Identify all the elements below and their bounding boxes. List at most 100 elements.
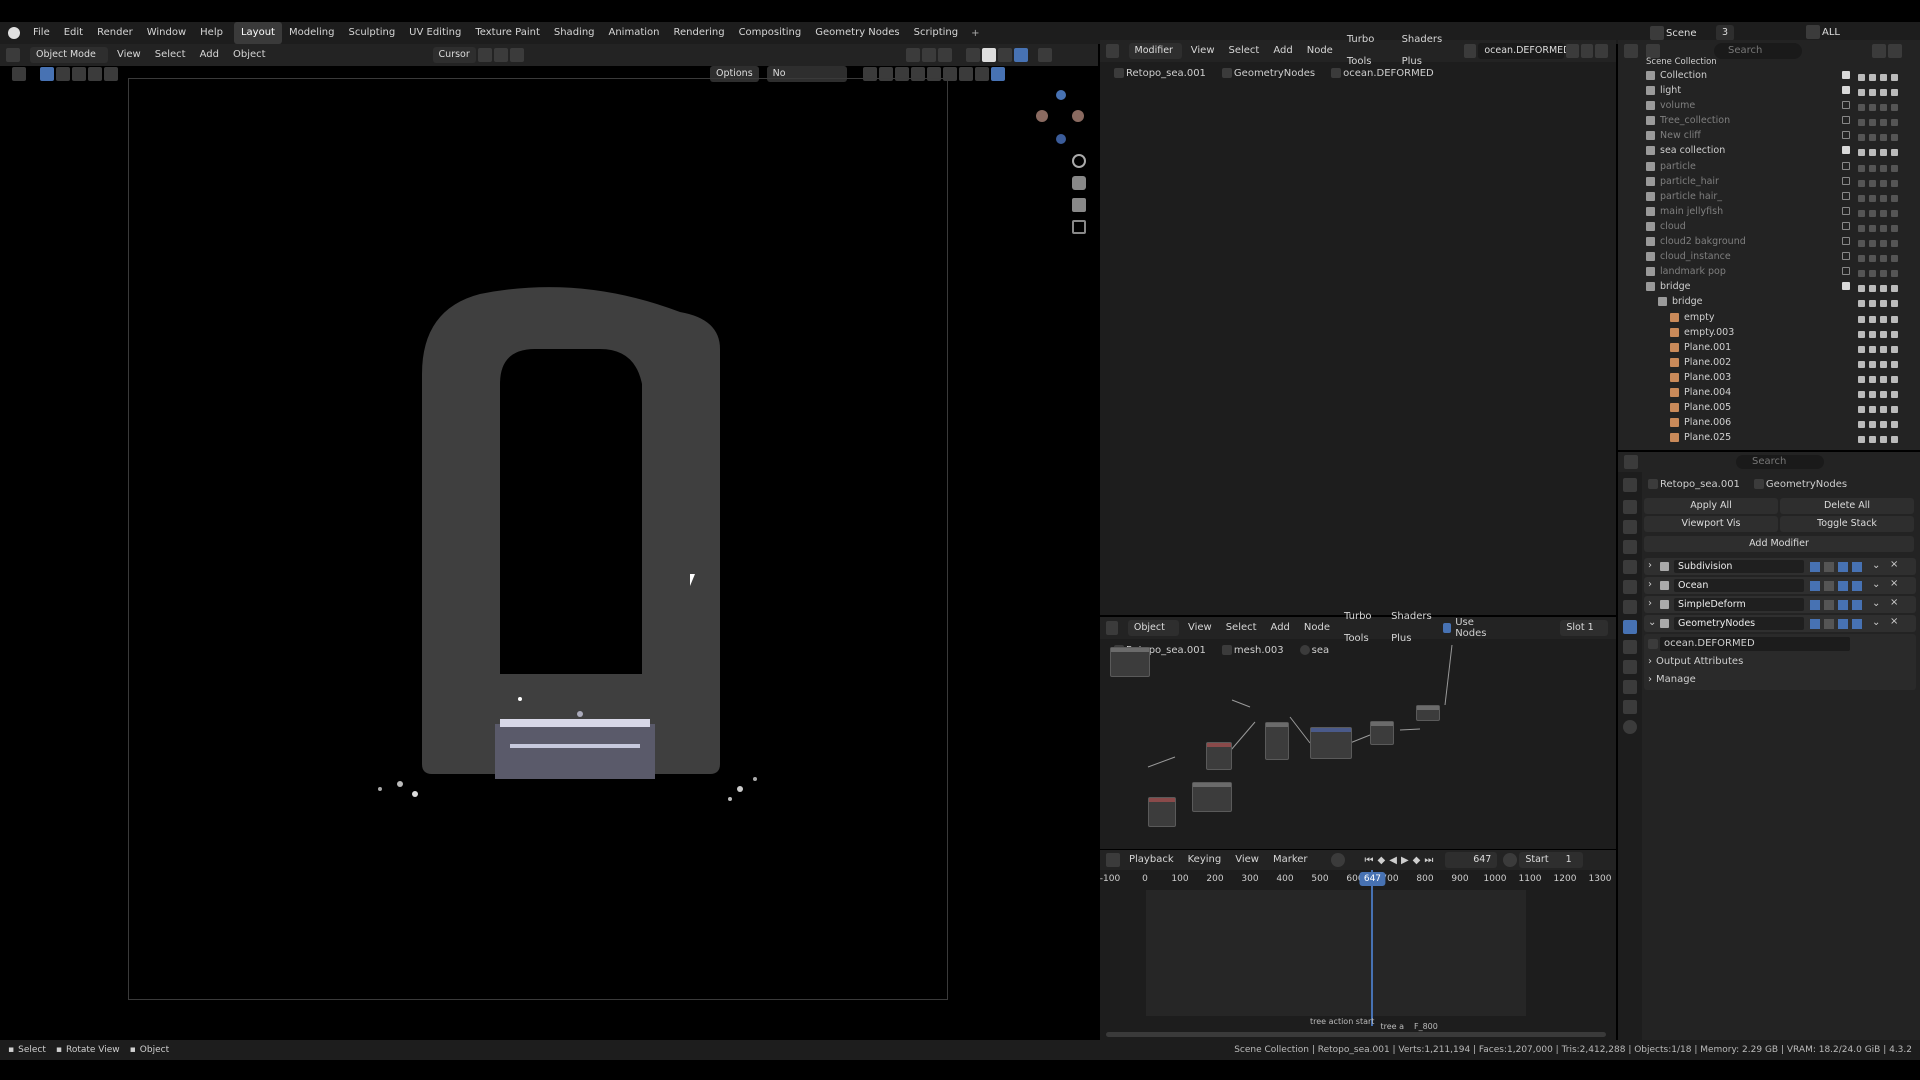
viewport-icon[interactable] [1880, 360, 1887, 368]
select-toggle-icon[interactable] [1858, 224, 1865, 232]
close-icon[interactable]: × [1890, 578, 1898, 589]
exclude-checkbox[interactable] [1842, 221, 1850, 230]
timeline-ruler[interactable]: -100 0 100 200 300 400 500 600 700 800 900 1000 1100… [1100, 874, 1616, 888]
visibility-toggles[interactable] [1858, 418, 1898, 429]
manage-panel[interactable]: › Manage [1648, 670, 1912, 688]
viewport-icon[interactable] [1880, 255, 1887, 263]
eye-icon[interactable] [1869, 270, 1876, 278]
viewport-icon[interactable] [1880, 194, 1887, 202]
visibility-toggles[interactable] [1858, 388, 1898, 398]
select-toggle-icon[interactable] [1858, 149, 1865, 157]
select-toggle-icon[interactable] [1858, 421, 1865, 429]
node-group-field[interactable]: ocean.DEFORMED [1648, 636, 1912, 652]
delete-all-button[interactable]: Delete All [1780, 498, 1914, 514]
render-icon[interactable] [1891, 360, 1898, 368]
exclude-checkbox[interactable] [1842, 131, 1850, 140]
start-frame-field[interactable]: Start 1 [1519, 852, 1584, 868]
workspace-tab[interactable]: Compositing [732, 22, 809, 44]
filter-icon[interactable] [1872, 44, 1886, 58]
axis-y-icon[interactable] [1072, 110, 1084, 122]
viewport-icon[interactable] [1880, 436, 1887, 444]
menu-item[interactable]: Edit [57, 22, 90, 44]
render-icon[interactable] [1891, 209, 1898, 217]
display-mode-icon[interactable] [1646, 44, 1660, 58]
eye-icon[interactable] [1869, 345, 1876, 353]
modifier-name[interactable]: Ocean [1674, 579, 1804, 592]
visibility-toggles[interactable] [1858, 237, 1898, 248]
scene-tab-icon[interactable] [1623, 560, 1637, 574]
modifier-toggles[interactable] [1810, 619, 1866, 629]
viewport-icon[interactable] [1880, 104, 1887, 112]
outliner-row[interactable]: Plane.001 [1618, 340, 1920, 355]
exclude-checkbox[interactable] [1842, 176, 1850, 185]
visibility-toggles[interactable] [1858, 282, 1898, 293]
viewport-vis-button[interactable]: Viewport Vis [1644, 516, 1778, 532]
visibility-toggles[interactable] [1858, 101, 1898, 112]
select-toggle-icon[interactable] [1858, 285, 1865, 293]
eye-icon[interactable] [1869, 119, 1876, 127]
menu-item[interactable]: Keying [1181, 849, 1229, 871]
properties-editor[interactable]: Search Retopo_sea.001 GeometryNodes Appl… [1618, 452, 1920, 1042]
toggle-stack-button[interactable]: Toggle Stack [1780, 516, 1914, 532]
select-toggle-icon[interactable] [1858, 315, 1865, 323]
select-toggle-icon[interactable] [1858, 179, 1865, 187]
eye-icon[interactable] [1869, 209, 1876, 217]
outliner[interactable]: Search Scene Collection Collection light v… [1618, 40, 1920, 450]
eye-icon[interactable] [1869, 360, 1876, 368]
outliner-row[interactable]: particle hair_ [1618, 189, 1920, 204]
shading-solid-icon[interactable] [981, 48, 996, 62]
select-toggle-icon[interactable] [1858, 390, 1865, 398]
render-icon[interactable] [1891, 270, 1898, 278]
eye-icon[interactable] [1869, 255, 1876, 263]
close-icon[interactable]: × [1890, 597, 1898, 608]
viewport-icon[interactable] [1880, 390, 1887, 398]
render-icon[interactable] [1891, 104, 1898, 112]
editor-type-icon[interactable] [6, 48, 20, 62]
select-toggle-icon[interactable] [1858, 194, 1865, 202]
menu-item[interactable]: Render [90, 22, 140, 44]
dropdown-icon[interactable]: ⌄ [1872, 598, 1880, 609]
viewport-icon[interactable] [1880, 119, 1887, 127]
select-toggle-icon[interactable] [1858, 240, 1865, 248]
menu-item[interactable]: Help [193, 22, 230, 44]
workspace-tab[interactable]: Scripting [907, 22, 965, 44]
viewport-icon[interactable] [1880, 315, 1887, 323]
eye-icon[interactable] [1869, 406, 1876, 414]
select-toggle-icon[interactable] [1858, 300, 1865, 308]
select-toggle-icon[interactable] [1858, 89, 1865, 97]
select-subtract-icon[interactable] [72, 67, 86, 81]
render-icon[interactable] [1891, 194, 1898, 202]
outliner-row[interactable]: bridge [1618, 279, 1920, 294]
eye-icon[interactable] [1869, 194, 1876, 202]
render-icon[interactable] [1891, 406, 1898, 414]
select-toggle-icon[interactable] [1858, 104, 1865, 112]
node[interactable] [1310, 727, 1352, 759]
viewport-icon[interactable] [1880, 179, 1887, 187]
marker-label[interactable]: tree action start [1310, 1017, 1374, 1026]
axis-z-icon[interactable] [1056, 90, 1066, 100]
outliner-row[interactable]: empty.003 [1618, 325, 1920, 340]
chevron-icon[interactable]: › [1648, 579, 1652, 590]
viewport-icon[interactable] [1880, 421, 1887, 429]
pause-render-icon[interactable] [1037, 48, 1052, 62]
modifier-toggles[interactable] [1810, 562, 1866, 572]
eye-icon[interactable] [1869, 89, 1876, 97]
eye-icon[interactable] [1869, 285, 1876, 293]
exclude-checkbox[interactable] [1842, 191, 1850, 200]
menu-item[interactable]: Window [140, 22, 193, 44]
eye-icon[interactable] [1869, 375, 1876, 383]
visibility-toggles[interactable] [1858, 222, 1898, 232]
visibility-toggles[interactable] [1858, 313, 1898, 323]
node-editor-bottom[interactable]: Object View Select Add Node Turbo Tools Shade… [1100, 611, 1616, 849]
outliner-row[interactable]: volume [1618, 98, 1920, 113]
viewport-icon[interactable] [1880, 300, 1887, 308]
constraints-tab-icon[interactable] [1623, 680, 1637, 694]
eye-icon[interactable] [1869, 330, 1876, 338]
outliner-row[interactable]: New cliff [1618, 128, 1920, 143]
auto-keying-icon[interactable] [1330, 853, 1345, 867]
exclude-checkbox[interactable] [1842, 282, 1850, 291]
dropdown-icon[interactable]: ⌄ [1872, 579, 1880, 590]
render-icon[interactable] [1891, 89, 1898, 97]
xray-icon[interactable] [937, 48, 952, 62]
render-icon[interactable] [1891, 330, 1898, 338]
